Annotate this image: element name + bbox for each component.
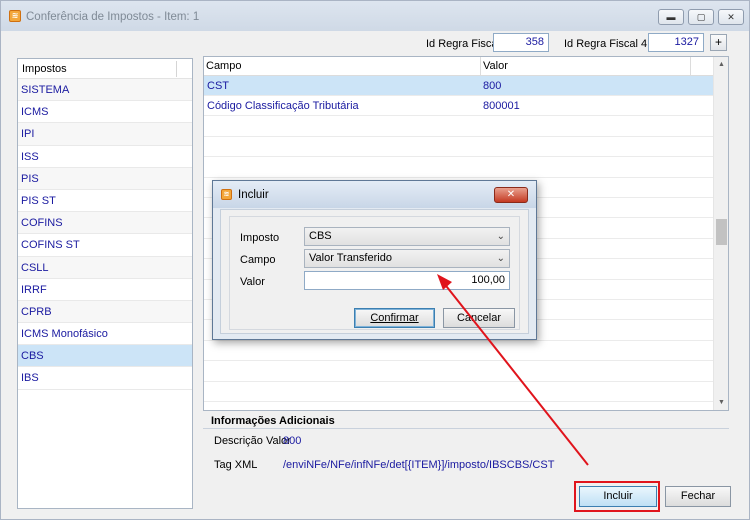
- info-title: Informações Adicionais: [211, 415, 335, 427]
- imposto-select-value: CBS: [309, 230, 332, 242]
- imposto-label: Imposto: [240, 232, 280, 244]
- impostos-item[interactable]: CSLL: [18, 256, 192, 279]
- impostos-item[interactable]: COFINS: [18, 212, 192, 235]
- scroll-thumb[interactable]: [716, 219, 727, 245]
- dialog-close-icon[interactable]: ✕: [494, 187, 528, 203]
- impostos-item[interactable]: COFINS ST: [18, 234, 192, 257]
- table-row[interactable]: [204, 158, 714, 178]
- confirmar-button[interactable]: Confirmar: [354, 308, 435, 328]
- dialog-fields-group: Imposto CBS ⌄ Campo Valor Transferido ⌄ …: [229, 216, 520, 330]
- table-row[interactable]: CST 800: [204, 76, 714, 96]
- cancelar-button[interactable]: Cancelar: [443, 308, 515, 328]
- close-icon[interactable]: ✕: [718, 9, 744, 25]
- regra-fiscal-40-label: Id Regra Fiscal 4.0: [564, 38, 657, 50]
- table-row[interactable]: [204, 382, 714, 402]
- impostos-header: Impostos: [18, 59, 192, 79]
- impostos-list: Impostos SISTEMA ICMS IPI ISS PIS PIS ST COFIN…: [17, 58, 193, 509]
- chevron-down-icon: ⌄: [496, 253, 505, 264]
- table-row[interactable]: Código Classificação Tributária 800001: [204, 96, 714, 117]
- table-row[interactable]: [204, 362, 714, 382]
- descricao-label: Descrição Valor: [214, 435, 291, 447]
- dialog-body: Imposto CBS ⌄ Campo Valor Transferido ⌄ …: [220, 209, 529, 334]
- highlight-box: [574, 481, 660, 512]
- grid-header: Campo Valor: [204, 57, 714, 76]
- impostos-item[interactable]: ISS: [18, 146, 192, 168]
- impostos-item[interactable]: CPRB: [18, 300, 192, 324]
- dialog-app-icon: ≋: [221, 189, 232, 200]
- scroll-down-icon[interactable]: ▼: [714, 395, 728, 410]
- fechar-button[interactable]: Fechar: [665, 486, 731, 507]
- impostos-item[interactable]: ICMS Monofásico: [18, 323, 192, 346]
- valor-cell: 800001: [483, 100, 520, 113]
- info-adicionais: Informações Adicionais Descrição Valor 8…: [203, 413, 729, 478]
- confirmar-label: Confirmar: [370, 312, 419, 324]
- table-row[interactable]: [204, 341, 714, 362]
- table-row[interactable]: [204, 117, 714, 137]
- grid-scrollbar[interactable]: ▲ ▼: [713, 57, 728, 410]
- maximize-icon[interactable]: ▢: [688, 9, 714, 25]
- impostos-item[interactable]: IPI: [18, 123, 192, 146]
- imposto-select[interactable]: CBS ⌄: [304, 227, 510, 246]
- col-campo-header[interactable]: Campo: [204, 57, 481, 76]
- impostos-item[interactable]: IRRF: [18, 279, 192, 301]
- impostos-item[interactable]: PIS ST: [18, 190, 192, 213]
- valor-label: Valor: [240, 276, 265, 288]
- valor-input[interactable]: 100,00: [304, 271, 510, 290]
- valor-cell: 800: [483, 80, 502, 92]
- dialog-title: Incluir: [238, 189, 269, 201]
- minimize-icon[interactable]: ▬: [658, 9, 684, 25]
- dialog-title-bar: ≋ Incluir ✕: [213, 181, 536, 208]
- campo-cell: Código Classificação Tributária: [207, 100, 359, 113]
- regra-fiscal-label: Id Regra Fiscal: [426, 38, 500, 50]
- impostos-item[interactable]: CBS: [18, 345, 192, 368]
- campo-label: Campo: [240, 254, 276, 266]
- info-divider: [203, 428, 729, 429]
- tag-xml-label: Tag XML: [214, 459, 258, 471]
- impostos-item[interactable]: PIS: [18, 167, 192, 190]
- regra-fiscal-field[interactable]: 358: [493, 33, 549, 52]
- chevron-down-icon: ⌄: [496, 231, 505, 242]
- impostos-item[interactable]: IBS: [18, 367, 192, 390]
- app-logo-icon: ≋: [9, 10, 21, 22]
- regra-fiscal-40-field[interactable]: 1327: [648, 33, 704, 52]
- incluir-dialog: ≋ Incluir ✕ Imposto CBS ⌄ Campo Valor Tr…: [212, 180, 537, 340]
- impostos-item[interactable]: SISTEMA: [18, 79, 192, 102]
- impostos-item[interactable]: ICMS: [18, 101, 192, 124]
- col-valor-header[interactable]: Valor: [481, 57, 691, 76]
- tag-xml-value: /enviNFe/NFe/infNFe/det[{ITEM}]/imposto/…: [283, 459, 555, 471]
- title-bar: ≋ Conferência de Impostos - Item: 1 ▬ ▢ …: [1, 1, 749, 31]
- table-row[interactable]: [204, 402, 714, 410]
- table-row[interactable]: [204, 137, 714, 158]
- cancelar-label: Cancelar: [456, 312, 502, 324]
- campo-select[interactable]: Valor Transferido ⌄: [304, 249, 510, 268]
- descricao-value: 800: [283, 435, 302, 447]
- campo-select-value: Valor Transferido: [309, 252, 392, 264]
- window-title: Conferência de Impostos - Item: 1: [26, 11, 200, 23]
- add-button[interactable]: +: [710, 34, 727, 51]
- impostos-header-label: Impostos: [22, 63, 67, 75]
- scroll-up-icon[interactable]: ▲: [714, 57, 728, 72]
- campo-cell: CST: [207, 80, 229, 92]
